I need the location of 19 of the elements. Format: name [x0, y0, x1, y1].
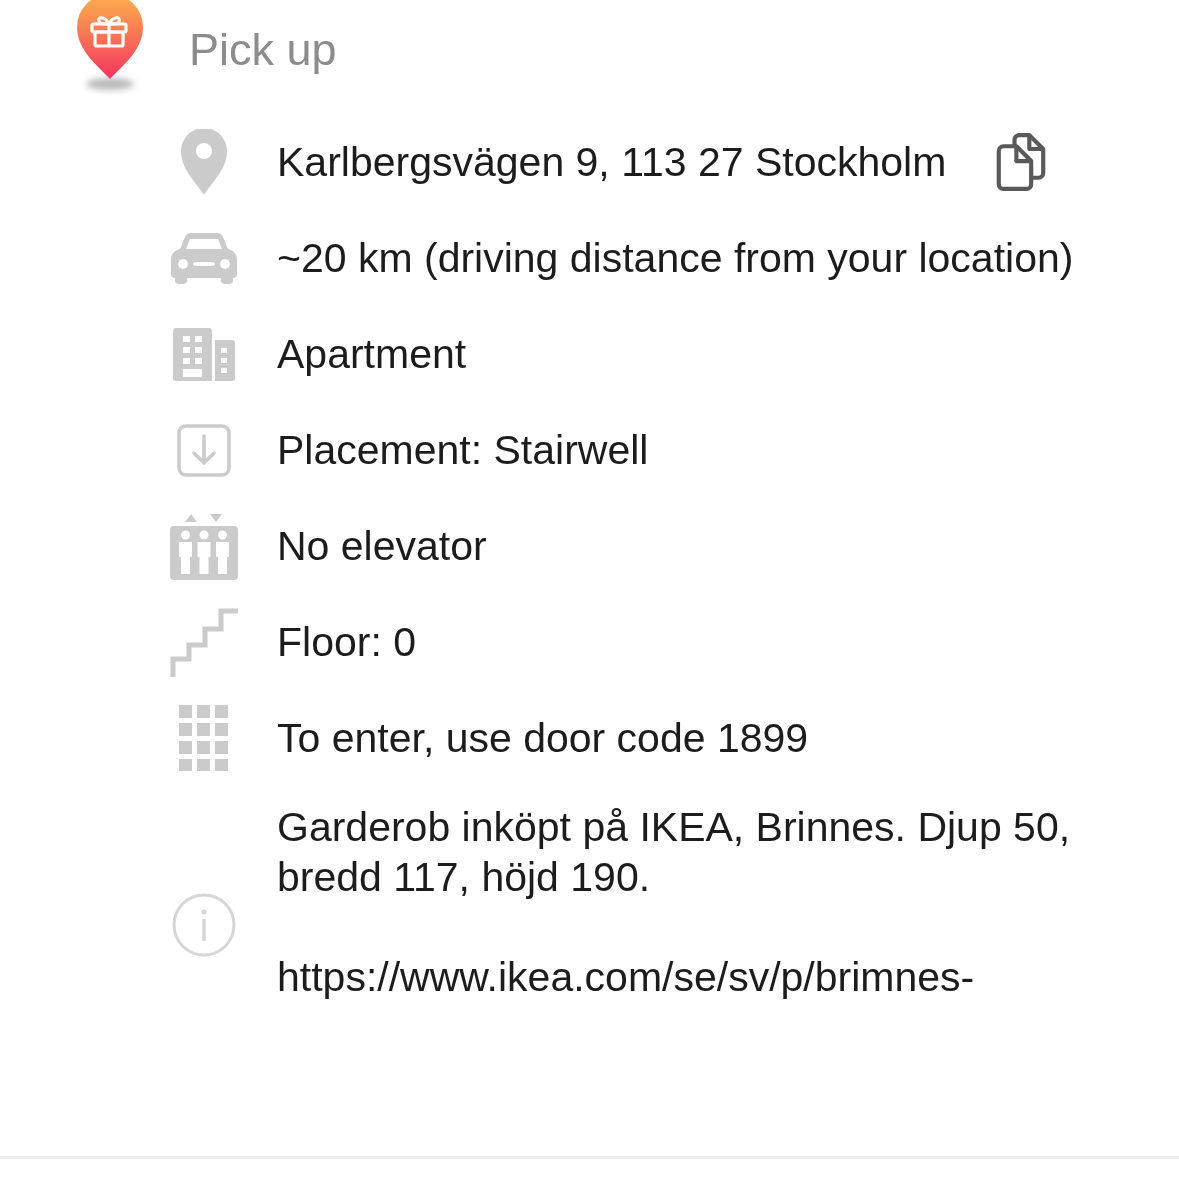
detail-text: ~20 km (driving distance from your location) [277, 234, 1074, 283]
buildings-icon [173, 327, 235, 381]
detail-text: No elevator [277, 522, 487, 571]
detail-text: Apartment [277, 330, 467, 379]
keypad-icon [179, 705, 229, 771]
elevator-icon [170, 512, 238, 580]
url-text: https://www.ikea.com/se/sv/p/brimnes- [277, 953, 976, 1002]
detail-text: To enter, use door code 1899 [277, 714, 809, 763]
stairs-icon [170, 607, 238, 677]
info-icon [172, 893, 236, 957]
location-pin-icon [181, 129, 227, 195]
car-icon [171, 232, 237, 284]
detail-text: Karlbergsvägen 9, 113 27 Stockholm [277, 138, 947, 187]
detail-text: Placement: Stairwell [277, 426, 649, 475]
copy-icon [996, 131, 1047, 193]
down-arrow-box-icon [177, 423, 231, 477]
detail-text: Floor: 0 [277, 618, 416, 667]
section-title: Pick up [189, 24, 337, 76]
note-text: Garderob inköpt på IKEA, Brinnes. Djup 50, bredd 117, höjd 190. [277, 803, 1072, 902]
